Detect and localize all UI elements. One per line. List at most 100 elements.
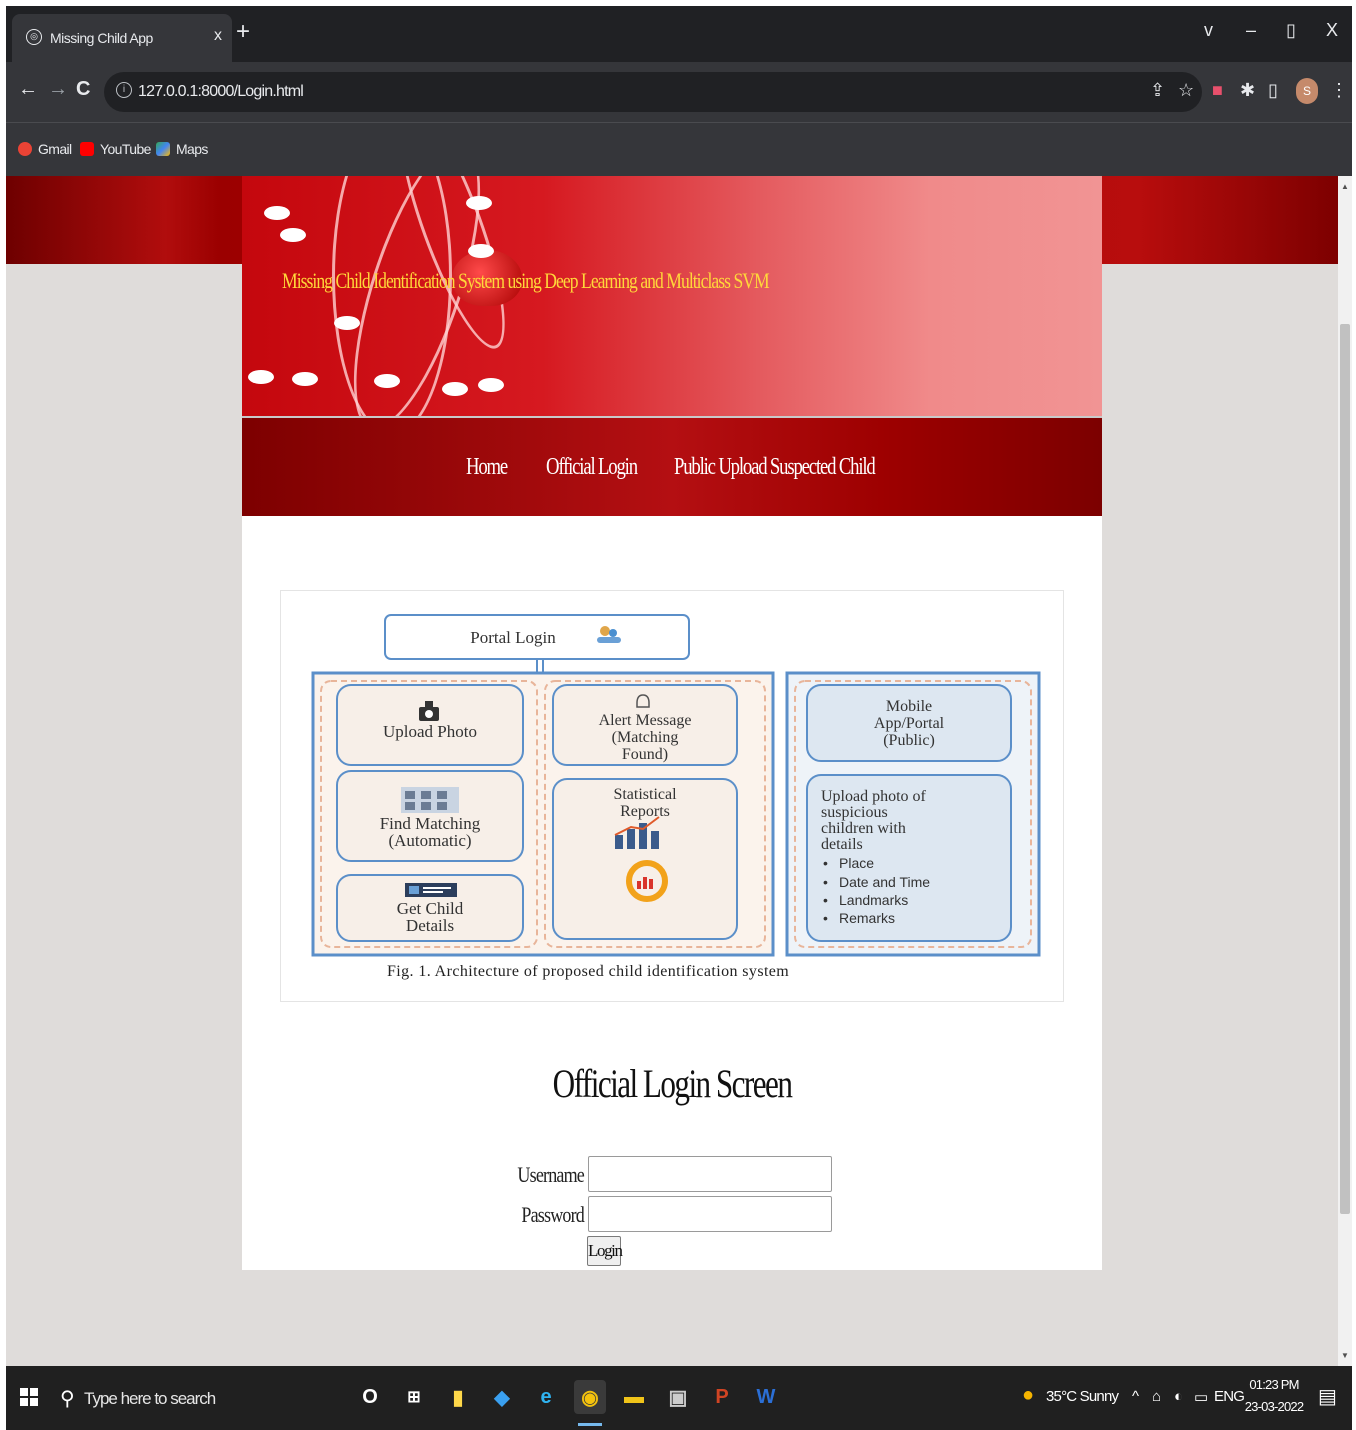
heart-graphic [280, 228, 306, 242]
scroll-down-arrow-icon[interactable]: ▼ [1341, 1351, 1349, 1360]
system-clock[interactable]: 01:23 PM 23-03-2022 [1242, 1374, 1306, 1418]
username-label: Username [517, 1162, 584, 1187]
store-icon[interactable]: ◆ [486, 1380, 518, 1414]
tab-strip: ◎ Missing Child App x + v – ▯ X [6, 6, 1352, 62]
upload-suspicious-line-4: details [821, 836, 863, 853]
scroll-up-arrow-icon[interactable]: ▲ [1341, 182, 1349, 191]
get-child-details-line-2: Details [406, 916, 454, 935]
architecture-diagram: Portal Login Upload Photo Alert Message … [311, 614, 1041, 957]
bullet-date-time: Date and Time [839, 874, 930, 890]
heart-graphic [478, 378, 504, 392]
page-viewport: Missing Child Identification System usin… [6, 176, 1338, 1366]
maximize-button[interactable]: ▯ [1286, 20, 1296, 41]
heart-graphic [292, 372, 318, 386]
url-input[interactable] [138, 80, 538, 104]
page-scrollbar[interactable]: ▲ ▼ [1338, 176, 1352, 1366]
bullet-marker: • [823, 855, 828, 871]
main-nav: Home Official Login Public Upload Suspec… [242, 416, 1102, 516]
bookmark-star-icon[interactable]: ☆ [1178, 80, 1194, 101]
bullet-remarks: Remarks [839, 910, 895, 926]
browser-tab[interactable]: ◎ Missing Child App x [12, 14, 232, 62]
menu-kebab-icon[interactable]: ⋮ [1330, 80, 1348, 101]
address-bar[interactable]: i [104, 72, 1202, 112]
chrome-icon[interactable]: ◉ [574, 1380, 606, 1426]
search-icon: ⚲ [60, 1388, 75, 1410]
maps-icon [156, 142, 170, 156]
page-container: Missing Child Identification System usin… [242, 176, 1102, 1270]
heart-graphic [468, 244, 494, 258]
site-info-icon[interactable]: i [116, 82, 132, 98]
portal-login-label: Portal Login [470, 628, 556, 647]
tab-close-icon[interactable]: x [214, 27, 222, 45]
tray-chevron-icon[interactable]: ^ [1132, 1388, 1139, 1405]
heart-graphic [248, 370, 274, 384]
edge-icon[interactable]: e [530, 1380, 562, 1414]
profile-avatar[interactable]: S [1296, 78, 1318, 104]
windows-taskbar: ⚲ O ⊞ ▮ ◆ e ◉ ▬ ▣ P W ● 35°C Sunny ^ ⌂ ◐… [6, 1366, 1352, 1430]
minimize-button[interactable]: – [1246, 20, 1256, 41]
new-tab-button[interactable]: + [236, 18, 250, 46]
taskbar-search[interactable]: ⚲ [52, 1376, 352, 1420]
password-input[interactable] [588, 1196, 832, 1232]
word-icon[interactable]: W [750, 1380, 782, 1414]
extension-icon[interactable]: ■ [1212, 80, 1223, 101]
find-matching-line-2: (Automatic) [388, 831, 471, 850]
taskbar-search-input[interactable] [84, 1388, 324, 1410]
alert-message-line-2: (Matching [612, 729, 679, 746]
bullet-marker: • [823, 910, 828, 926]
bookmark-youtube[interactable]: YouTube [80, 141, 151, 157]
browser-chrome: ◎ Missing Child App x + v – ▯ X ← → C i … [6, 6, 1352, 176]
powerpoint-icon[interactable]: P [706, 1380, 738, 1414]
mobile-app-line-3: (Public) [883, 732, 935, 749]
youtube-icon [80, 142, 94, 156]
login-button[interactable]: Login [587, 1236, 623, 1266]
heart-graphic [442, 382, 468, 396]
upload-suspicious-line-3: children with [821, 820, 906, 837]
battery-icon[interactable]: ▭ [1194, 1388, 1208, 1406]
figure-caption: Fig. 1. Architecture of proposed child i… [387, 963, 790, 980]
mobile-app-line-1: Mobile [886, 698, 932, 715]
tab-search-icon[interactable]: v [1204, 20, 1213, 41]
heart-graphic [264, 206, 290, 220]
extensions-puzzle-icon[interactable]: ✱ [1240, 80, 1255, 101]
back-arrow-icon[interactable]: ← [18, 78, 38, 101]
tab-title: Missing Child App [50, 30, 153, 46]
header-banner: Missing Child Identification System usin… [242, 176, 1102, 416]
notification-icon[interactable]: ▤ [1318, 1384, 1337, 1409]
id-card-icon [405, 883, 457, 897]
close-window-button[interactable]: X [1326, 20, 1338, 41]
cortana-icon[interactable]: O [354, 1380, 386, 1414]
bullet-marker: • [823, 874, 828, 890]
windows-start-icon[interactable] [20, 1388, 38, 1406]
language-indicator[interactable]: ENG [1214, 1388, 1245, 1405]
weather-text[interactable]: 35°C Sunny [1046, 1388, 1119, 1405]
upload-suspicious-line-2: suspicious [821, 804, 888, 821]
sidebar-icon[interactable]: ▯ [1268, 80, 1278, 101]
nav-home[interactable]: Home [466, 454, 508, 481]
nav-public-upload[interactable]: Public Upload Suspected Child [674, 454, 876, 481]
password-label: Password [521, 1202, 584, 1227]
mobile-app-line-2: App/Portal [874, 715, 945, 732]
share-icon[interactable]: ⇪ [1150, 80, 1165, 101]
heart-graphic [466, 196, 492, 210]
bookmark-gmail[interactable]: Gmail [18, 141, 72, 157]
nav-official-login[interactable]: Official Login [546, 454, 638, 481]
forward-arrow-icon[interactable]: → [48, 78, 68, 101]
volume-icon[interactable]: ◐ [1174, 1388, 1183, 1405]
reload-icon[interactable]: C [76, 78, 90, 101]
heart-graphic [334, 316, 360, 330]
file-explorer-icon[interactable]: ▮ [442, 1380, 474, 1414]
architecture-figure: Portal Login Upload Photo Alert Message … [280, 590, 1064, 1002]
folder-icon[interactable]: ▬ [618, 1380, 650, 1414]
task-view-icon[interactable]: ⊞ [398, 1380, 430, 1414]
terminal-icon[interactable]: ▣ [662, 1380, 694, 1414]
face-grid-icon [401, 787, 459, 813]
username-input[interactable] [588, 1156, 832, 1192]
heart-graphic [374, 374, 400, 388]
weather-icon[interactable]: ● [1022, 1384, 1034, 1407]
network-icon[interactable]: ⌂ [1152, 1388, 1161, 1405]
login-heading: Official Login Screen [552, 1061, 793, 1106]
bookmark-maps[interactable]: Maps [156, 141, 208, 157]
bullet-marker: • [823, 892, 828, 908]
scrollbar-thumb[interactable] [1340, 324, 1350, 1214]
